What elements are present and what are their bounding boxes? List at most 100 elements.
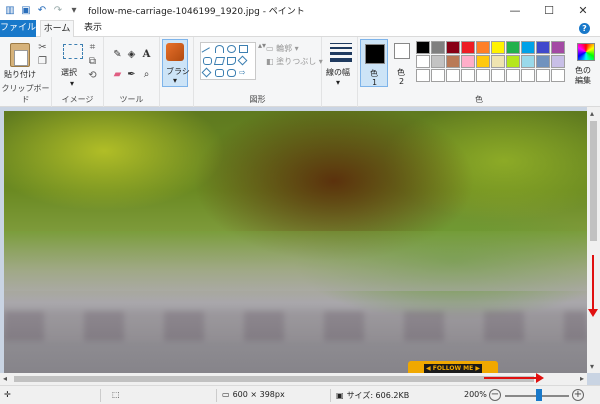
tab-view[interactable]: 表示 xyxy=(78,20,108,37)
ribbon-tabs: ファイル ホーム 表示 ? xyxy=(0,20,600,38)
oval-shape-icon[interactable] xyxy=(227,45,236,53)
fill-icon[interactable]: ◈ xyxy=(126,49,137,60)
palette-swatch[interactable] xyxy=(431,69,445,82)
hexagon-shape-icon[interactable] xyxy=(227,69,236,77)
color-picker-icon[interactable]: ✒ xyxy=(126,69,137,80)
palette-swatch[interactable] xyxy=(491,69,505,82)
palette-swatch[interactable] xyxy=(461,41,475,54)
zoom-out-button[interactable]: − xyxy=(489,389,501,401)
status-separator xyxy=(330,389,331,402)
rectangle-shape-icon[interactable] xyxy=(239,45,248,53)
horizontal-scroll-thumb[interactable] xyxy=(14,376,534,382)
palette-swatch[interactable] xyxy=(446,69,460,82)
clipboard-group-label: クリップボード xyxy=(1,84,50,104)
paste-button[interactable]: 貼り付け xyxy=(4,69,36,80)
palette-swatch[interactable] xyxy=(476,69,490,82)
eraser-icon[interactable]: ▰ xyxy=(112,69,123,80)
shapes-scroll-icon[interactable]: ▴▾ xyxy=(258,41,266,50)
tab-home[interactable]: ホーム xyxy=(40,20,74,38)
palette-swatch[interactable] xyxy=(536,41,550,54)
line-width-dropdown-icon[interactable]: ▾ xyxy=(336,78,340,87)
fill-shape-button[interactable]: ◧ 塗りつぶし ▾ xyxy=(266,56,323,67)
minimize-button[interactable]: — xyxy=(498,0,532,20)
edit-colors-button[interactable]: 色の 編集 xyxy=(570,39,598,89)
select-icon[interactable] xyxy=(63,44,83,59)
brushes-button[interactable]: ブラシ ▾ xyxy=(162,39,190,87)
palette-swatch[interactable] xyxy=(506,41,520,54)
palette-swatch[interactable] xyxy=(446,41,460,54)
vertical-scrollbar[interactable]: ▴ ▾ xyxy=(587,107,600,373)
customize-toolbar-icon[interactable]: ▾ xyxy=(68,4,80,16)
outline-button[interactable]: ▭ 輪郭 ▾ xyxy=(266,43,299,54)
scroll-left-icon[interactable]: ◂ xyxy=(3,374,7,383)
palette-swatch[interactable] xyxy=(551,55,565,68)
palette-swatch[interactable] xyxy=(416,41,430,54)
redo-icon[interactable]: ↷ xyxy=(52,4,64,16)
canvas-area: ◀ FOLLOW ME ▶ ▴ ▾ ◂ ▸ xyxy=(0,107,600,385)
curve-shape-icon[interactable] xyxy=(215,45,224,53)
right-triangle-shape-icon[interactable] xyxy=(201,67,212,78)
zoom-in-button[interactable]: + xyxy=(572,389,584,401)
rotate-icon[interactable]: ⟲ xyxy=(87,70,98,81)
palette-swatch[interactable] xyxy=(446,55,460,68)
palette-swatch[interactable] xyxy=(491,41,505,54)
size-group: 線の幅 ▾ xyxy=(322,37,358,107)
shapes-gallery[interactable]: ⇨ xyxy=(200,42,256,80)
triangle-shape-icon[interactable] xyxy=(227,57,236,65)
copy-icon[interactable]: ❐ xyxy=(37,56,48,67)
palette-swatch[interactable] xyxy=(476,41,490,54)
paste-icon[interactable] xyxy=(10,43,30,67)
zoom-slider-thumb[interactable] xyxy=(536,389,542,401)
line-width-icon[interactable] xyxy=(330,43,352,63)
color1-button[interactable]: 色 1 xyxy=(360,39,388,87)
arrow-shape-icon[interactable]: ⇨ xyxy=(239,69,248,77)
maximize-button[interactable]: ☐ xyxy=(532,0,566,20)
status-separator xyxy=(216,389,217,402)
palette-swatch[interactable] xyxy=(416,55,430,68)
palette-swatch[interactable] xyxy=(461,55,475,68)
image-dimensions-text: 600 × 398px xyxy=(232,390,285,399)
magnifier-icon[interactable]: ⌕ xyxy=(141,69,152,80)
vertical-scroll-thumb[interactable] xyxy=(590,121,597,241)
horizontal-scrollbar[interactable]: ◂ ▸ xyxy=(0,373,587,385)
color2-button[interactable]: 色 2 xyxy=(388,39,416,87)
image-canvas[interactable]: ◀ FOLLOW ME ▶ xyxy=(4,111,587,377)
pentagon-shape-icon[interactable] xyxy=(215,69,224,77)
palette-swatch[interactable] xyxy=(551,69,565,82)
palette-swatch[interactable] xyxy=(461,69,475,82)
crop-icon[interactable]: ⌗ xyxy=(87,42,98,53)
cursor-position-icon: ✛ xyxy=(4,390,11,399)
palette-swatch[interactable] xyxy=(521,69,535,82)
scroll-up-icon[interactable]: ▴ xyxy=(590,109,594,118)
close-button[interactable]: ✕ xyxy=(566,0,600,20)
diamond-shape-icon[interactable] xyxy=(237,55,248,66)
undo-icon[interactable]: ↶ xyxy=(36,4,48,16)
palette-swatch[interactable] xyxy=(431,41,445,54)
resize-icon[interactable]: ⧉ xyxy=(87,56,98,67)
palette-swatch[interactable] xyxy=(551,41,565,54)
select-button[interactable]: 選択 xyxy=(61,67,77,78)
help-icon[interactable]: ? xyxy=(579,23,590,34)
palette-swatch[interactable] xyxy=(506,55,520,68)
palette-swatch[interactable] xyxy=(491,55,505,68)
palette-swatch[interactable] xyxy=(521,55,535,68)
select-dropdown-icon[interactable]: ▾ xyxy=(70,79,74,88)
color1-swatch xyxy=(365,44,385,64)
palette-swatch[interactable] xyxy=(431,55,445,68)
line-width-button[interactable]: 線の幅 xyxy=(326,67,350,78)
save-icon[interactable]: ▣ xyxy=(20,4,32,16)
palette-swatch[interactable] xyxy=(536,55,550,68)
tab-file[interactable]: ファイル xyxy=(0,20,36,37)
text-icon[interactable]: A xyxy=(141,49,152,60)
palette-swatch[interactable] xyxy=(506,69,520,82)
palette-swatch[interactable] xyxy=(476,55,490,68)
pencil-icon[interactable]: ✎ xyxy=(112,49,123,60)
rounded-rect-shape-icon[interactable] xyxy=(203,57,212,65)
palette-swatch[interactable] xyxy=(521,41,535,54)
cut-icon[interactable]: ✂ xyxy=(37,42,48,53)
scroll-down-icon[interactable]: ▾ xyxy=(590,362,594,371)
scroll-right-icon[interactable]: ▸ xyxy=(580,374,584,383)
polygon-shape-icon[interactable] xyxy=(213,57,226,65)
palette-swatch[interactable] xyxy=(416,69,430,82)
palette-swatch[interactable] xyxy=(536,69,550,82)
